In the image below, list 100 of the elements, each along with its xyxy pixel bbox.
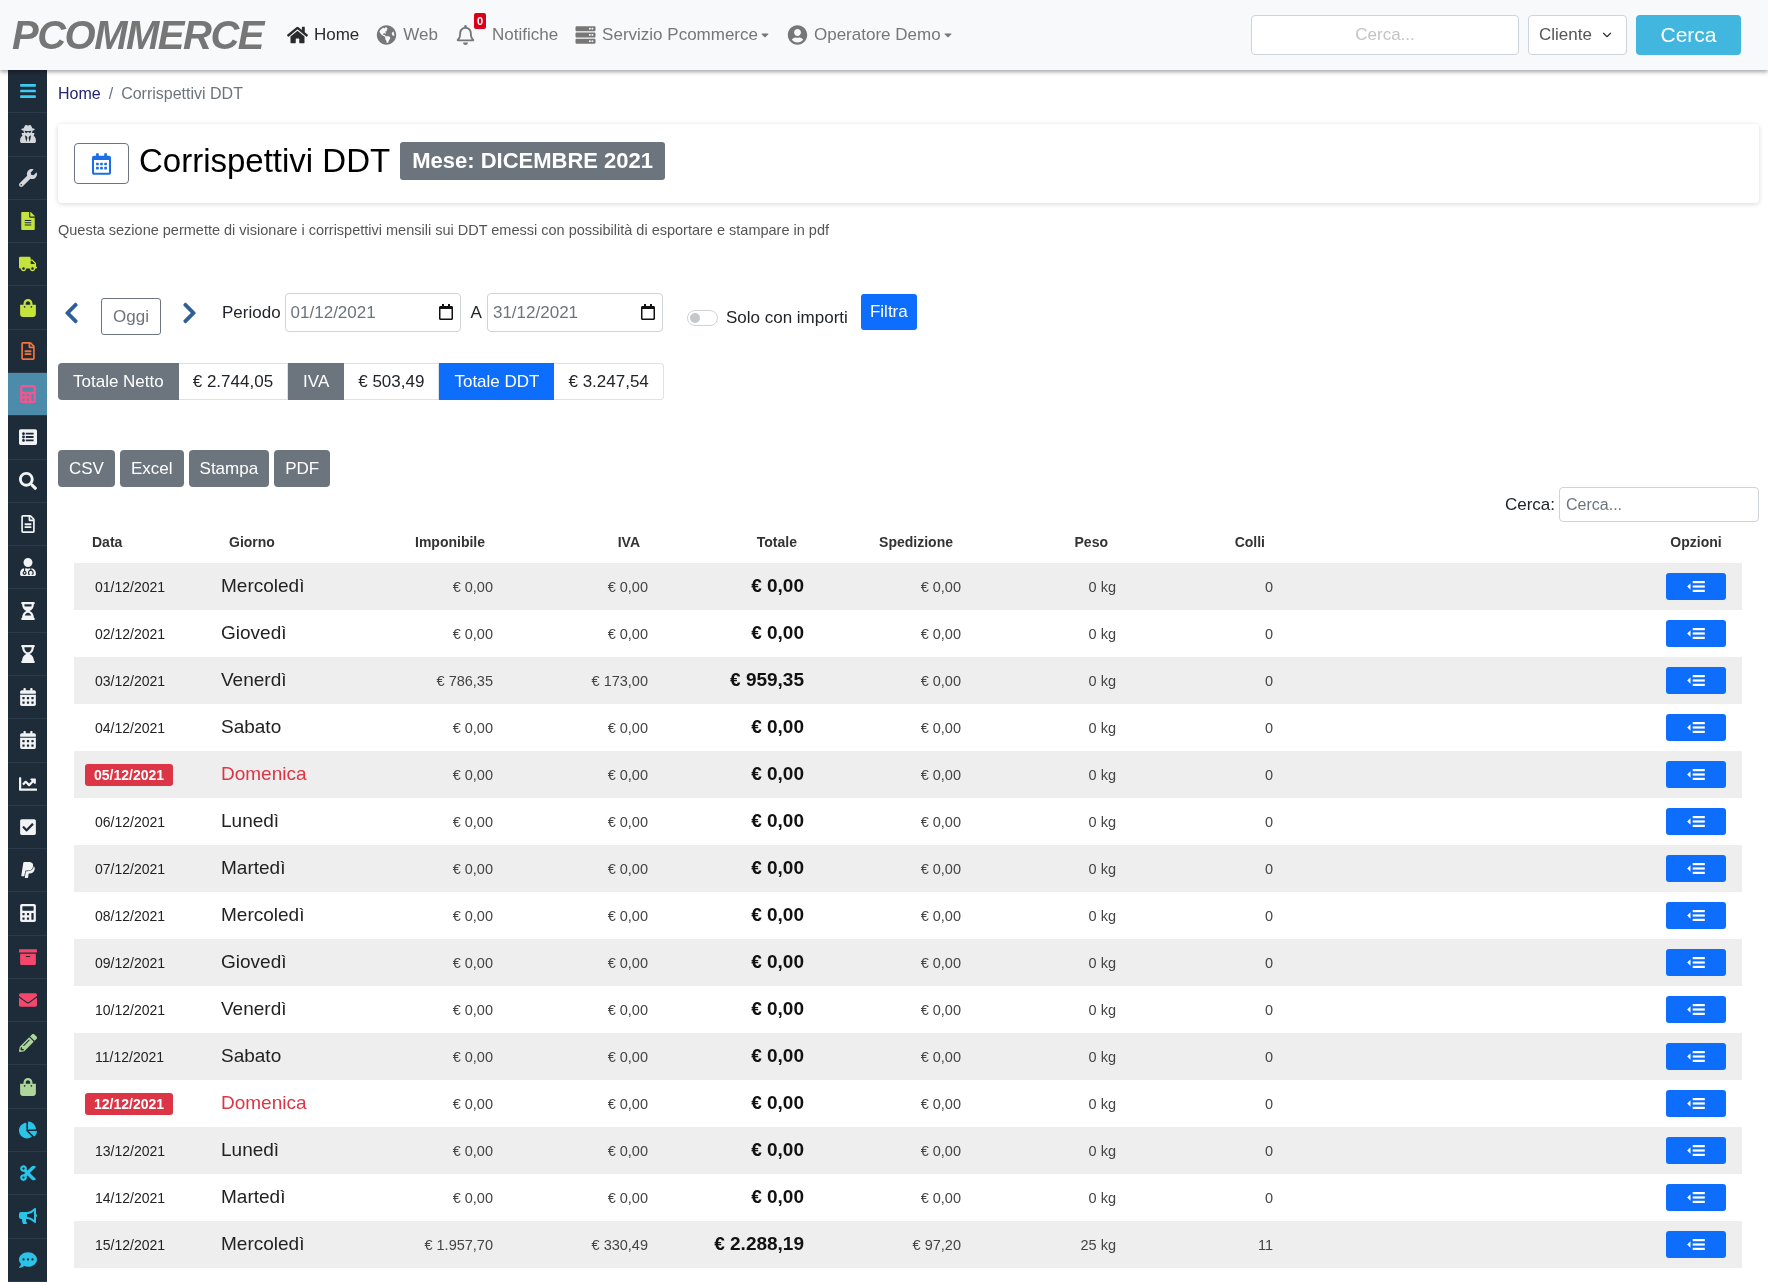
- month-label: Mese: DICEMBRE 2021: [400, 141, 666, 180]
- total-value: € 2.744,05: [178, 363, 289, 400]
- table-cell: 0 kg: [1088, 1048, 1116, 1065]
- export-button[interactable]: CSV: [58, 450, 115, 487]
- search-field[interactable]: Cerca...: [1251, 15, 1519, 55]
- nav-link[interactable]: Web: [376, 22, 438, 48]
- column-header: Totale: [756, 534, 797, 550]
- logo[interactable]: PCOMMERCE: [12, 15, 263, 55]
- table-cell: Giovedì: [221, 622, 287, 644]
- list-caret-icon: [1687, 863, 1705, 874]
- nav-link[interactable]: Home: [286, 22, 360, 48]
- table-cell: 02/12/2021: [95, 625, 166, 642]
- table-cell: € 0,00: [920, 578, 961, 595]
- column-header: IVA: [617, 534, 640, 550]
- table-cell: € 0,00: [751, 998, 804, 1020]
- table-cell: 0: [1264, 1142, 1273, 1159]
- table-cell: 0 kg: [1088, 954, 1116, 971]
- list-caret-icon: [1687, 675, 1705, 686]
- table-cell: € 0,00: [452, 860, 493, 877]
- table-cell: € 0,00: [751, 810, 804, 832]
- column-header: Opzioni: [1670, 534, 1722, 550]
- total-value: € 3.247,54: [554, 363, 664, 400]
- nav-link[interactable]: Servizio Pcommerce: [575, 22, 770, 48]
- table-cell: € 0,00: [452, 719, 493, 736]
- options-button[interactable]: [1666, 1231, 1726, 1258]
- table-cell: 07/12/2021: [95, 860, 166, 877]
- section-description: Questa sezione permette di visionare i corrispettivi mensili sui DDT emessi con possibilità di esportare e stampare in pdf: [58, 221, 830, 240]
- table-cell: € 0,00: [751, 951, 804, 973]
- column-header: Giorno: [229, 534, 275, 550]
- options-button[interactable]: [1666, 808, 1726, 835]
- toggle-switch[interactable]: [686, 309, 718, 326]
- table-cell: € 0,00: [452, 766, 493, 783]
- table-cell: 0: [1264, 954, 1273, 971]
- search-scope-select[interactable]: Cliente: [1528, 15, 1627, 55]
- table-cell: € 0,00: [751, 1139, 804, 1161]
- nav-link[interactable]: Operatore Demo: [787, 22, 953, 48]
- table-cell: Domenica: [221, 763, 307, 785]
- table-cell: € 0,00: [607, 1189, 648, 1206]
- table-cell: 0 kg: [1088, 578, 1116, 595]
- table-cell: € 0,00: [452, 1048, 493, 1065]
- options-button[interactable]: [1666, 996, 1726, 1023]
- options-button[interactable]: [1666, 1090, 1726, 1117]
- list-caret-icon: [1687, 581, 1705, 592]
- options-button[interactable]: [1666, 761, 1726, 788]
- list-caret-icon: [1687, 910, 1705, 921]
- to-label: A: [470, 301, 482, 324]
- table-cell: 0: [1264, 1189, 1273, 1206]
- options-button[interactable]: [1666, 667, 1726, 694]
- total-label: Totale Netto: [58, 363, 179, 400]
- calendar-icon: [92, 152, 111, 175]
- export-button[interactable]: PDF: [274, 450, 331, 487]
- table-cell: € 0,00: [751, 575, 804, 597]
- options-button[interactable]: [1666, 949, 1726, 976]
- table-cell: Venerdì: [221, 998, 287, 1020]
- export-button[interactable]: Stampa: [188, 450, 270, 487]
- page-title: Corrispettivi DDT: [139, 140, 391, 181]
- date-to-field[interactable]: 31/12/2021: [486, 293, 663, 332]
- table-cell: 0: [1264, 766, 1273, 783]
- table-search-field[interactable]: Cerca...: [1559, 487, 1759, 522]
- table-cell: € 0,00: [920, 625, 961, 642]
- calendar-button[interactable]: [74, 143, 129, 184]
- today-button[interactable]: Oggi: [101, 298, 161, 335]
- table-cell: € 0,00: [751, 1045, 804, 1067]
- table-cell: Martedì: [221, 1186, 286, 1208]
- table-cell: Domenica: [221, 1092, 307, 1114]
- options-button[interactable]: [1666, 855, 1726, 882]
- table-cell: € 0,00: [920, 1095, 961, 1112]
- table-cell: 0 kg: [1088, 907, 1116, 924]
- calendar-icon: [640, 304, 655, 320]
- table-cell: € 173,00: [591, 672, 648, 689]
- date-from-field[interactable]: 01/12/2021: [284, 293, 461, 332]
- table-cell: € 786,35: [436, 672, 493, 689]
- breadcrumb-current: Corrispettivi DDT: [121, 83, 243, 104]
- table-cell: 0: [1264, 1001, 1273, 1018]
- table-cell: € 0,00: [920, 766, 961, 783]
- table-cell: 01/12/2021: [95, 578, 166, 595]
- breadcrumb-link[interactable]: Home: [58, 81, 101, 106]
- filter-button[interactable]: Filtra: [860, 293, 917, 330]
- table-cell: 14/12/2021: [95, 1189, 166, 1206]
- table-cell: 0: [1264, 1048, 1273, 1065]
- table-cell: € 0,00: [452, 1189, 493, 1206]
- total-value: € 503,49: [344, 363, 440, 400]
- table-cell: Martedì: [221, 857, 286, 879]
- options-button[interactable]: [1666, 1137, 1726, 1164]
- options-button[interactable]: [1666, 1184, 1726, 1211]
- period-label: Periodo: [222, 301, 281, 324]
- options-button[interactable]: [1666, 714, 1726, 741]
- table-cell: € 0,00: [607, 860, 648, 877]
- options-button[interactable]: [1666, 573, 1726, 600]
- export-button[interactable]: Excel: [119, 450, 184, 487]
- table-cell: € 0,00: [920, 672, 961, 689]
- options-button[interactable]: [1666, 902, 1726, 929]
- table-cell: 0 kg: [1088, 1189, 1116, 1206]
- options-button[interactable]: [1666, 1043, 1726, 1070]
- previous-button[interactable]: [62, 300, 81, 325]
- table-cell: € 0,00: [607, 1142, 648, 1159]
- chevron-left-icon: [62, 300, 81, 325]
- toggle-label: Solo con importi: [725, 306, 848, 329]
- options-button[interactable]: [1666, 620, 1726, 647]
- table-cell: € 0,00: [607, 766, 648, 783]
